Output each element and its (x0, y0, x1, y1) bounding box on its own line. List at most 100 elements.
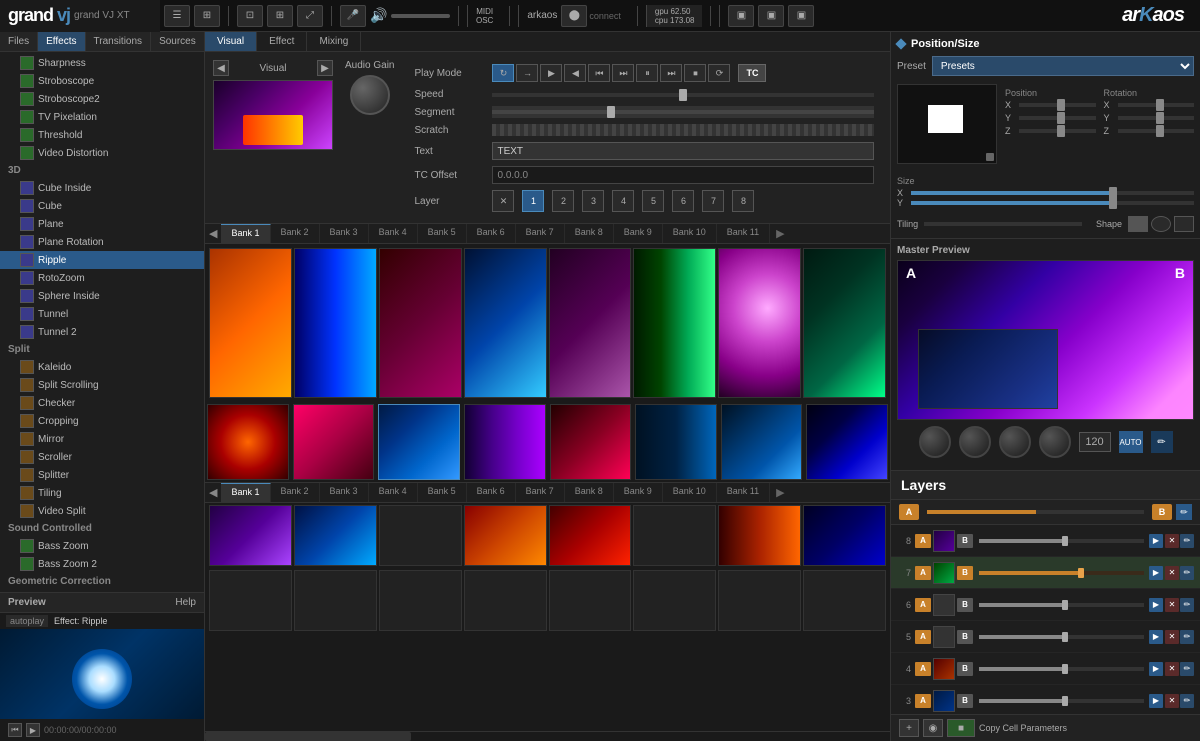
effect-item-videosplit[interactable]: Video Split (0, 502, 204, 520)
layout-btn1[interactable]: ▣ (728, 5, 754, 27)
bank1-tab-2[interactable]: Bank 2 (271, 224, 320, 243)
bank-cell-1-2[interactable] (294, 248, 377, 398)
effect-item-stroboscope[interactable]: Stroboscope (0, 72, 204, 90)
layer-5-a-btn[interactable]: A (915, 630, 931, 644)
play-btn-fwd[interactable]: ⏭ (612, 64, 634, 82)
bank-cell-1-8[interactable] (803, 248, 886, 398)
pos-y-slider[interactable] (1019, 116, 1096, 120)
layer-7-vol-slider[interactable] (979, 571, 1144, 575)
layer-4-x-btn[interactable]: ✕ (1165, 662, 1179, 676)
effect-item-videodistortion[interactable]: Video Distortion (0, 144, 204, 162)
layers-a-button[interactable]: A (899, 504, 919, 520)
layer-4-play-btn[interactable]: ▶ (1149, 662, 1163, 676)
layer-btn-1[interactable]: 1 (522, 190, 544, 212)
layer-6-edit-btn[interactable]: ✏ (1180, 598, 1194, 612)
layer-btn-7[interactable]: 7 (702, 190, 724, 212)
bank-cell-2-7[interactable] (721, 404, 803, 480)
shape-btn-custom[interactable] (1174, 216, 1194, 232)
bank2-tab-2[interactable]: Bank 2 (271, 483, 320, 502)
effect-item-sharpness[interactable]: Sharpness (0, 54, 204, 72)
tab-visual[interactable]: Visual (205, 32, 257, 51)
layer-5-play-btn[interactable]: ▶ (1149, 630, 1163, 644)
bank-cell-3-5[interactable] (549, 505, 632, 566)
layer-8-b-btn[interactable]: B (957, 534, 973, 548)
tab-sources[interactable]: Sources (151, 32, 205, 51)
master-knob-1[interactable] (919, 426, 951, 458)
bank1-tab-5[interactable]: Bank 5 (418, 224, 467, 243)
visual-prev-btn[interactable]: ◀ (213, 60, 229, 76)
layer-5-edit-btn[interactable]: ✏ (1180, 630, 1194, 644)
play-btn-step[interactable]: ⏭ (660, 64, 682, 82)
bank2-tab-10[interactable]: Bank 10 (663, 483, 717, 502)
effect-item-tunnel2[interactable]: Tunnel 2 (0, 323, 204, 341)
bank1-tab-11[interactable]: Bank 11 (717, 224, 770, 243)
play-btn-pause[interactable]: ⏸ (636, 64, 658, 82)
layer-6-play-btn[interactable]: ▶ (1149, 598, 1163, 612)
layer-7-b-btn[interactable]: B (957, 566, 973, 580)
rot-y-slider[interactable] (1118, 116, 1195, 120)
mic-btn[interactable]: 🎤 (340, 5, 366, 27)
effect-item-tvpixelation[interactable]: TV Pixelation (0, 108, 204, 126)
effect-item-tunnel[interactable]: Tunnel (0, 305, 204, 323)
bank-cell-4-7[interactable] (718, 570, 801, 631)
tab-effects[interactable]: Effects (38, 32, 85, 51)
bank1-tab-4[interactable]: Bank 4 (369, 224, 418, 243)
layer-7-edit-btn[interactable]: ✏ (1180, 566, 1194, 580)
layer-4-a-btn[interactable]: A (915, 662, 931, 676)
effect-item-planerotation[interactable]: Plane Rotation (0, 233, 204, 251)
master-auto-btn[interactable]: AUTO (1119, 431, 1143, 453)
bank1-next-arrow[interactable]: ▶ (770, 224, 790, 243)
effect-item-cropping[interactable]: Cropping (0, 412, 204, 430)
shape-btn-circle[interactable] (1151, 216, 1171, 232)
bank-cell-2-1[interactable] (207, 404, 289, 480)
bank-cell-4-4[interactable] (464, 570, 547, 631)
layer-btn-6[interactable]: 6 (672, 190, 694, 212)
bank-cell-2-8[interactable] (806, 404, 888, 480)
bank2-tab-5[interactable]: Bank 5 (418, 483, 467, 502)
layer-8-x-btn[interactable]: ✕ (1165, 534, 1179, 548)
layer-3-edit-btn[interactable]: ✏ (1180, 694, 1194, 708)
bank-cell-4-3[interactable] (379, 570, 462, 631)
layout-btn2[interactable]: ▣ (758, 5, 784, 27)
grid-btn[interactable]: ⊞ (194, 5, 220, 27)
bank-cell-1-4[interactable] (464, 248, 547, 398)
size-y-slider[interactable] (911, 201, 1194, 205)
effect-item-splitter[interactable]: Splitter (0, 466, 204, 484)
play-btn-prev[interactable]: ◀ (564, 64, 586, 82)
layer-8-edit-btn[interactable]: ✏ (1180, 534, 1194, 548)
segment-slider[interactable] (492, 106, 874, 118)
effect-item-stroboscope2[interactable]: Stroboscope2 (0, 90, 204, 108)
effect-item-scroller[interactable]: Scroller (0, 448, 204, 466)
layer-3-a-btn[interactable]: A (915, 694, 931, 708)
layer-5-vol-slider[interactable] (979, 635, 1144, 639)
tcoffset-input[interactable] (492, 166, 874, 184)
rot-x-slider[interactable] (1118, 103, 1195, 107)
layer-6-a-btn[interactable]: A (915, 598, 931, 612)
tc-button[interactable]: TC (738, 64, 766, 82)
bank1-tab-9[interactable]: Bank 9 (614, 224, 663, 243)
bank1-tab-10[interactable]: Bank 10 (663, 224, 717, 243)
bank2-tab-1[interactable]: Bank 1 (221, 483, 270, 502)
effect-item-basszoom2[interactable]: Bass Zoom 2 (0, 555, 204, 573)
bank1-tab-3[interactable]: Bank 3 (320, 224, 369, 243)
effect-item-sphereinside[interactable]: Sphere Inside (0, 287, 204, 305)
shape-btn-square[interactable] (1128, 216, 1148, 232)
layer-6-x-btn[interactable]: ✕ (1165, 598, 1179, 612)
bank-cell-1-1[interactable] (209, 248, 292, 398)
preview-rewind-btn[interactable]: ⏮ (8, 723, 22, 737)
layer-3-play-btn[interactable]: ▶ (1149, 694, 1163, 708)
tiling-slider[interactable] (924, 222, 1082, 226)
bank2-tab-4[interactable]: Bank 4 (369, 483, 418, 502)
layout-btn3[interactable]: ▣ (788, 5, 814, 27)
layer-7-a-btn[interactable]: A (915, 566, 931, 580)
effect-item-ripple[interactable]: Ripple (0, 251, 204, 269)
tab-transitions[interactable]: Transitions (86, 32, 152, 51)
rot-z-slider[interactable] (1118, 129, 1195, 133)
effect-item-mirror[interactable]: Mirror (0, 430, 204, 448)
bank-cell-1-3[interactable] (379, 248, 462, 398)
tab-effect[interactable]: Effect (257, 32, 307, 51)
layer-btn-x[interactable]: ✕ (492, 190, 514, 212)
bank-cell-2-3[interactable] (378, 404, 460, 480)
layer-8-play-btn[interactable]: ▶ (1149, 534, 1163, 548)
layer-5-x-btn[interactable]: ✕ (1165, 630, 1179, 644)
